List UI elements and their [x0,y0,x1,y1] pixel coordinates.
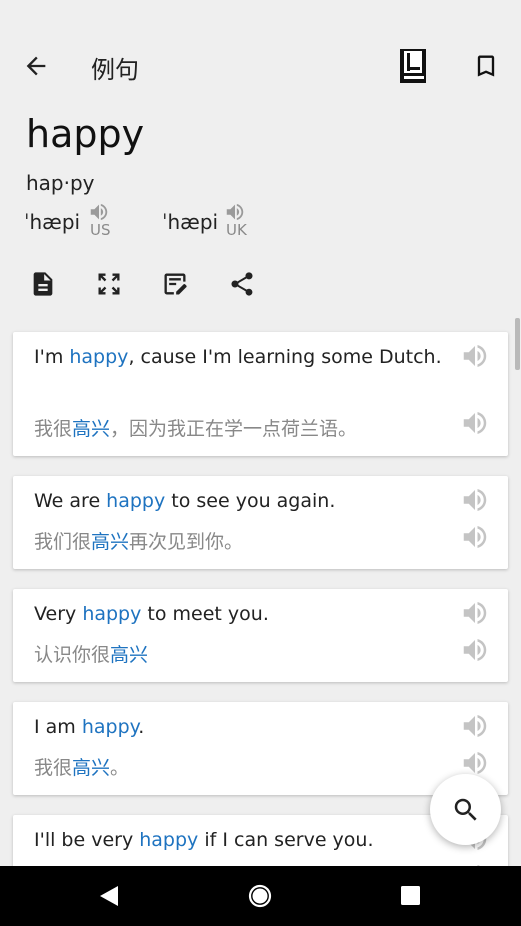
nav-home-icon[interactable] [248,884,272,908]
volume-icon[interactable] [460,598,490,628]
pronunciation-us: ˈhæpi [24,210,81,234]
speaker-uk-icon[interactable] [224,201,246,223]
dictionary-book-icon[interactable] [398,47,430,85]
headword: happy [26,112,145,156]
sentence-english: I'm happy, cause I'm learning some Dutch… [34,346,442,368]
volume-icon[interactable] [460,522,490,552]
volume-icon[interactable] [460,635,490,665]
bookmark-icon[interactable] [472,48,500,84]
edit-note-icon[interactable] [161,270,189,298]
nav-recents-icon[interactable] [400,885,421,906]
sentence-english: I'll be very happy if I can serve you. [34,829,374,851]
label-uk: UK [226,221,247,239]
volume-icon[interactable] [460,341,490,371]
sentence-card: I am happy. 我很高兴。 [13,702,508,795]
system-nav-bar [0,866,521,926]
page-title: 例句 [91,56,139,84]
fullscreen-icon[interactable] [95,270,123,298]
header: 例句 happy hap·py ˈhæpi US ˈhæpi UK [0,0,521,318]
volume-icon[interactable] [460,485,490,515]
sentence-chinese: 认识你很高兴 [34,644,149,666]
search-icon [454,798,477,821]
search-button[interactable] [430,774,501,845]
scrollbar[interactable] [515,318,520,370]
sentence-card: We are happy to see you again. 我们很高兴再次见到… [13,476,508,569]
sentence-chinese: 我很高兴。 [34,757,130,779]
arrow-back-icon[interactable] [22,52,50,80]
sentence-chinese: 我们很高兴再次见到你。 [34,531,244,553]
volume-icon[interactable] [460,711,490,741]
sentence-chinese: 我很高兴，因为我正在学一点荷兰语。 [34,418,358,440]
sentence-english: Very happy to meet you. [34,603,269,625]
volume-icon[interactable] [460,408,490,438]
nav-back-icon[interactable] [98,884,120,908]
speaker-us-icon[interactable] [88,201,110,223]
sentence-english: We are happy to see you again. [34,490,336,512]
sentence-card: I'm happy, cause I'm learning some Dutch… [13,332,508,456]
pronunciation-uk: ˈhæpi [162,210,219,234]
label-us: US [90,221,111,239]
document-icon[interactable] [29,270,57,298]
syllables: hap·py [26,171,95,195]
sentence-english: I am happy. [34,716,145,738]
sentence-card: Very happy to meet you. 认识你很高兴 [13,589,508,682]
share-icon[interactable] [228,270,256,298]
